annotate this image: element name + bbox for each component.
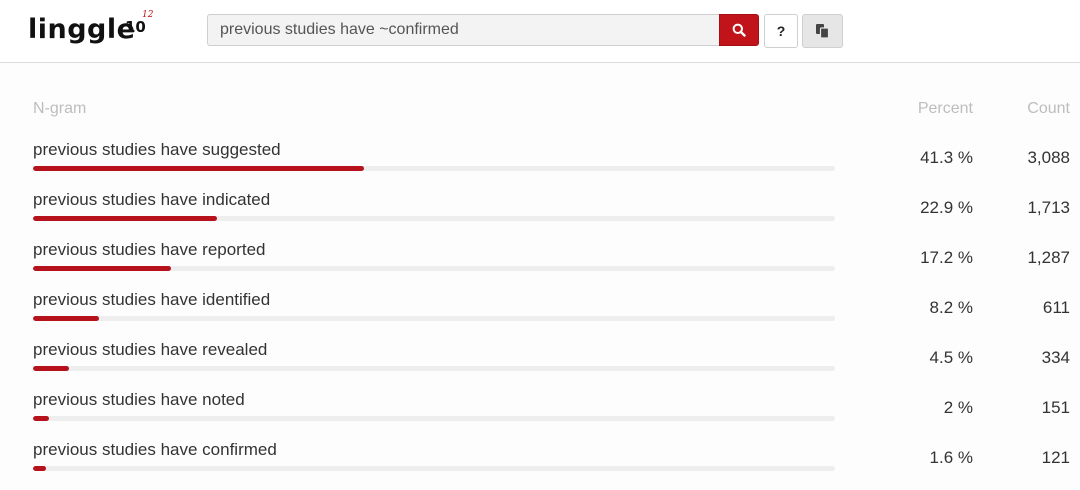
top-bar: linggle 10 12 ? [0, 0, 1080, 63]
count-value: 3,088 [1027, 148, 1070, 167]
search-button[interactable] [719, 14, 759, 46]
ngram-text[interactable]: previous studies have suggested [33, 140, 281, 160]
percent-value: 4.5 % [929, 348, 973, 367]
help-button[interactable]: ? [764, 14, 798, 48]
percent-bar-track [33, 166, 835, 171]
count-value: 151 [1041, 398, 1070, 417]
table-row[interactable]: previous studies have revealed 4.5 % 334 [0, 340, 1080, 390]
percent-bar-fill [33, 366, 70, 371]
column-header-ngram: N-gram [33, 100, 87, 117]
count-value: 121 [1041, 448, 1070, 467]
logo-superscript-exponent: 12 [142, 10, 154, 20]
ngram-text[interactable]: previous studies have confirmed [33, 440, 277, 460]
copy-icon [816, 24, 830, 39]
percent-bar-track [33, 416, 835, 421]
percent-bar-track [33, 466, 835, 471]
percent-value: 22.9 % [920, 198, 973, 217]
table-row[interactable]: previous studies have identified 8.2 % 611 [0, 290, 1080, 340]
logo-superscript: 10 [125, 18, 146, 36]
table-row[interactable]: previous studies have indicated 22.9 % 1,7… [0, 190, 1080, 240]
percent-bar-fill [33, 166, 365, 171]
ngram-text[interactable]: previous studies have noted [33, 390, 245, 410]
percent-value: 1.6 % [929, 448, 973, 467]
percent-value: 8.2 % [929, 298, 973, 317]
percent-bar-fill [33, 216, 217, 221]
help-label: ? [776, 23, 786, 39]
ngram-text[interactable]: previous studies have indicated [33, 190, 270, 210]
ngram-text[interactable]: previous studies have identified [33, 290, 270, 310]
table-row[interactable]: previous studies have reported 17.2 % 1,28… [0, 240, 1080, 290]
percent-bar-fill [33, 466, 46, 471]
count-value: 1,713 [1027, 198, 1070, 217]
column-header-percent: Percent [917, 100, 973, 117]
percent-value: 2 % [943, 398, 973, 417]
copy-button[interactable] [802, 14, 843, 48]
search-icon [732, 23, 746, 37]
table-row[interactable]: previous studies have noted 2 % 151 [0, 390, 1080, 440]
ngram-text[interactable]: previous studies have reported [33, 240, 265, 260]
percent-value: 41.3 % [920, 148, 973, 167]
percent-bar-track [33, 316, 835, 321]
count-value: 1,287 [1027, 248, 1070, 267]
table-row[interactable]: previous studies have suggested 41.3 % 3,0… [0, 140, 1080, 190]
percent-bar-track [33, 366, 835, 371]
search-input[interactable] [207, 14, 719, 46]
percent-value: 17.2 % [920, 248, 973, 267]
percent-bar-track [33, 266, 835, 271]
count-value: 611 [1042, 298, 1070, 317]
percent-bar-fill [33, 416, 50, 421]
column-header-count: Count [1027, 100, 1070, 117]
count-value: 334 [1041, 348, 1070, 367]
ngram-text[interactable]: previous studies have revealed [33, 340, 267, 360]
percent-bar-fill [33, 316, 99, 321]
percent-bar-fill [33, 266, 171, 271]
percent-bar-track [33, 216, 835, 221]
logo-text: linggle [28, 14, 136, 45]
